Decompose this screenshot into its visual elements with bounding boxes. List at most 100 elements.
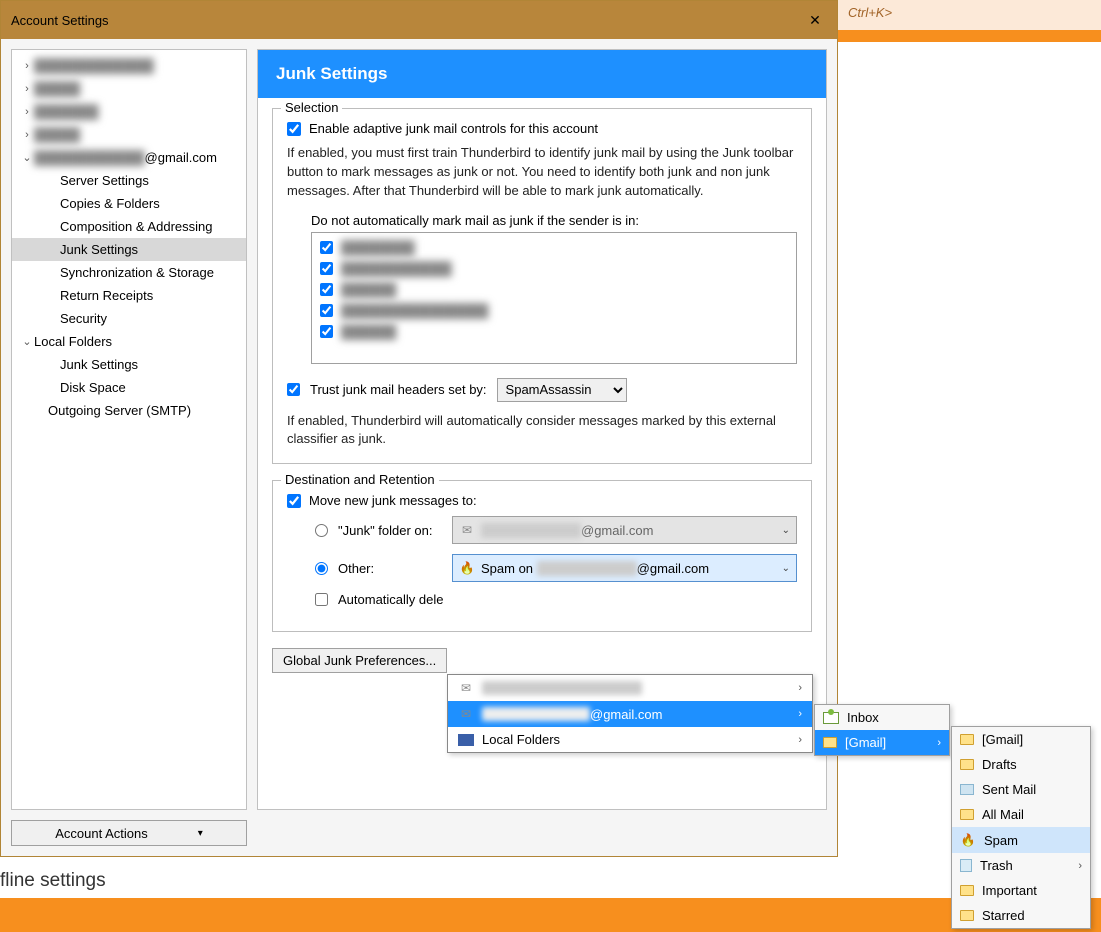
submenu2-trash[interactable]: Trash› (952, 853, 1090, 878)
chevron-down-icon: ▾ (198, 828, 203, 839)
chevron-right-icon: › (22, 129, 32, 141)
address-book-listbox[interactable]: ████████ ████████████ ██████ ███████████… (311, 232, 797, 364)
background-orange-bar (838, 30, 1101, 42)
folder-icon (960, 759, 974, 770)
list-item[interactable]: ██████ (318, 321, 790, 342)
ab-item-checkbox[interactable] (320, 304, 333, 317)
ab-item-checkbox[interactable] (320, 262, 333, 275)
background-text: fline settings (0, 870, 106, 892)
folder-icon (960, 734, 974, 745)
submenu2-important[interactable]: Important (952, 878, 1090, 903)
tree-account-3[interactable]: ›█████ (12, 123, 246, 146)
chevron-down-icon: ⌄ (22, 335, 32, 348)
tree-account-2[interactable]: ›███████ (12, 100, 246, 123)
tree-return-receipts[interactable]: Return Receipts (12, 284, 246, 307)
selection-legend: Selection (281, 100, 342, 115)
fire-icon (960, 832, 976, 848)
chevron-right-icon: › (22, 106, 32, 118)
trust-desc: If enabled, Thunderbird will automatical… (287, 412, 797, 450)
list-item[interactable]: ████████████ (318, 258, 790, 279)
trust-headers-checkbox[interactable] (287, 383, 300, 396)
submenu-gmail[interactable]: [Gmail] › (815, 730, 949, 755)
account-actions-dropdown[interactable]: Account Actions ▾ (11, 820, 247, 846)
list-item[interactable]: ██████ (318, 279, 790, 300)
enable-adaptive-label: Enable adaptive junk mail controls for t… (309, 121, 598, 136)
chevron-right-icon: › (798, 682, 802, 694)
enable-adaptive-desc: If enabled, you must first train Thunder… (287, 144, 797, 201)
folder-icon (960, 885, 974, 896)
chevron-right-icon: › (798, 708, 802, 720)
dropdown-account-0[interactable]: █████████████████ › (448, 675, 812, 701)
auto-delete-label: Automatically dele (338, 592, 444, 607)
tree-local-folders[interactable]: ⌄Local Folders (12, 330, 246, 353)
gmail-folder-submenu[interactable]: [Gmail] Drafts Sent Mail All Mail Spam T… (951, 726, 1091, 929)
chevron-right-icon: › (22, 60, 32, 72)
chevron-down-icon: ⌄ (22, 151, 32, 164)
other-folder-dropdown[interactable]: Spam on ████████████@gmail.com ⌄ (452, 554, 797, 582)
mail-icon (458, 706, 474, 722)
folder-submenu[interactable]: Inbox [Gmail] › (814, 704, 950, 756)
move-junk-checkbox[interactable] (287, 494, 301, 508)
tree-security[interactable]: Security (12, 307, 246, 330)
junk-folder-dropdown[interactable]: ████████████@gmail.com ⌄ (452, 516, 797, 544)
global-junk-button[interactable]: Global Junk Preferences... (272, 648, 447, 673)
dropdown-local-folders[interactable]: Local Folders › (448, 727, 812, 752)
enable-adaptive-checkbox[interactable] (287, 122, 301, 136)
chevron-right-icon: › (798, 734, 802, 746)
dialog-title: Account Settings (11, 13, 109, 28)
trust-headers-label: Trust junk mail headers set by: (310, 382, 487, 397)
chevron-right-icon: › (22, 83, 32, 95)
list-item[interactable]: ████████ (318, 237, 790, 258)
background-orange-footer (0, 898, 1101, 932)
folder-icon (823, 737, 837, 748)
folder-icon (960, 910, 974, 921)
junk-folder-radio[interactable] (315, 524, 328, 537)
submenu2-gmail[interactable]: [Gmail] (952, 727, 1090, 752)
trust-headers-select[interactable]: SpamAssassin (497, 378, 627, 402)
panel-title: Junk Settings (258, 50, 826, 98)
ab-item-checkbox[interactable] (320, 241, 333, 254)
tree-composition[interactable]: Composition & Addressing (12, 215, 246, 238)
chevron-right-icon: › (937, 737, 941, 749)
submenu2-drafts[interactable]: Drafts (952, 752, 1090, 777)
folder-dropdown-popup[interactable]: █████████████████ › ████████████@gmail.c… (447, 674, 813, 753)
tree-copies-folders[interactable]: Copies & Folders (12, 192, 246, 215)
folder-icon (960, 809, 974, 820)
other-folder-label: Other: (338, 561, 442, 576)
fire-icon (459, 560, 475, 576)
auto-delete-checkbox[interactable] (315, 593, 328, 606)
tree-account-gmail[interactable]: ⌄████████████@gmail.com (12, 146, 246, 169)
titlebar[interactable]: Account Settings ✕ (1, 1, 837, 39)
mail-icon (458, 680, 474, 696)
mail-icon (459, 522, 475, 538)
submenu-inbox[interactable]: Inbox (815, 705, 949, 730)
tree-junk-settings[interactable]: Junk Settings (12, 238, 246, 261)
inbox-icon (823, 712, 839, 724)
destination-fieldset: Destination and Retention Move new junk … (272, 480, 812, 632)
ab-item-checkbox[interactable] (320, 325, 333, 338)
localfolders-icon (458, 734, 474, 746)
submenu2-allmail[interactable]: All Mail (952, 802, 1090, 827)
dropdown-account-gmail[interactable]: ████████████@gmail.com › (448, 701, 812, 727)
tree-account-0[interactable]: ›█████████████ (12, 54, 246, 77)
ab-item-checkbox[interactable] (320, 283, 333, 296)
close-icon[interactable]: ✕ (803, 8, 827, 32)
tree-account-1[interactable]: ›█████ (12, 77, 246, 100)
submenu2-spam[interactable]: Spam (952, 827, 1090, 853)
chevron-down-icon: ⌄ (782, 525, 790, 536)
other-folder-radio[interactable] (315, 562, 328, 575)
submenu2-starred[interactable]: Starred (952, 903, 1090, 928)
submenu2-sent[interactable]: Sent Mail (952, 777, 1090, 802)
tree-lf-disk[interactable]: Disk Space (12, 376, 246, 399)
chevron-right-icon: › (1078, 860, 1082, 872)
account-tree[interactable]: ›█████████████ ›█████ ›███████ ›█████ ⌄█… (11, 49, 247, 810)
tree-server-settings[interactable]: Server Settings (12, 169, 246, 192)
list-item[interactable]: ████████████████ (318, 300, 790, 321)
tree-sync-storage[interactable]: Synchronization & Storage (12, 261, 246, 284)
move-junk-label: Move new junk messages to: (309, 493, 477, 508)
background-hint: Ctrl+K> (838, 0, 1101, 30)
tree-lf-junk[interactable]: Junk Settings (12, 353, 246, 376)
tree-outgoing-smtp[interactable]: Outgoing Server (SMTP) (12, 399, 246, 422)
selection-fieldset: Selection Enable adaptive junk mail cont… (272, 108, 812, 464)
sent-icon (960, 784, 974, 795)
